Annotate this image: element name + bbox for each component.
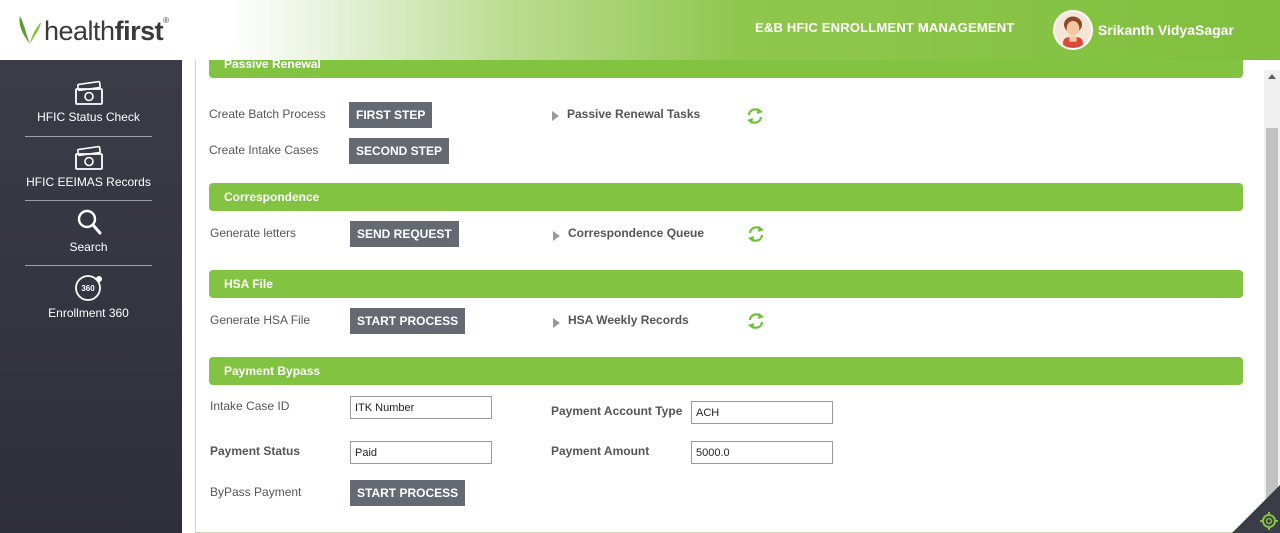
top-header: healthfirst® E&B HFIC ENROLLMENT MANAGEM… [0, 0, 1280, 60]
settings-corner[interactable] [1232, 485, 1280, 533]
section-header-hsa-file[interactable]: HSA File [209, 270, 1243, 298]
user-avatar[interactable] [1053, 10, 1093, 50]
enrollment-360-icon: 360 [74, 275, 102, 301]
sidebar-item-label: HFIC EEIMAS Records [26, 175, 151, 189]
payment-amount-input[interactable] [691, 441, 833, 464]
payment-account-type-input[interactable] [691, 401, 833, 424]
hsa-weekly-records-link[interactable]: HSA Weekly Records [568, 313, 689, 327]
enrollment-360-icon-text: 360 [81, 284, 95, 293]
section-header-passive-renewal[interactable]: Passive Renewal [209, 60, 1243, 78]
money-icon [74, 80, 103, 105]
sidebar-divider [25, 200, 152, 201]
search-icon [77, 209, 101, 235]
sidebar: HFIC Status Check HFIC EEIMAS Records Se… [0, 60, 182, 533]
main-content: Passive Renewal Create Batch Process FIR… [195, 60, 1265, 533]
payment-status-input[interactable] [350, 441, 492, 464]
generate-letters-label: Generate letters [210, 226, 297, 240]
section-header-payment-bypass[interactable]: Payment Bypass [209, 357, 1243, 385]
app-title: E&B HFIC ENROLLMENT MANAGEMENT [755, 20, 1015, 35]
section-header-correspondence[interactable]: Correspondence [209, 183, 1243, 211]
user-avatar-icon [1055, 12, 1091, 48]
sidebar-item-hfic-status-check[interactable]: HFIC Status Check [25, 80, 152, 124]
sidebar-divider [25, 136, 152, 137]
caret-right-icon [552, 111, 559, 121]
sidebar-item-label: Search [69, 240, 108, 254]
user-name[interactable]: Srikanth VidyaSagar [1098, 22, 1234, 38]
sidebar-item-label: HFIC Status Check [37, 110, 140, 124]
healthfirst-logo[interactable]: healthfirst® [16, 14, 169, 48]
leaf-logo-icon [19, 16, 41, 44]
caret-right-icon [553, 318, 560, 328]
correspondence-queue-link[interactable]: Correspondence Queue [568, 226, 704, 240]
refresh-icon[interactable] [746, 107, 764, 125]
payment-account-type-label: Payment Account Type [551, 404, 683, 418]
logo-text-first: first [114, 15, 164, 46]
second-step-button[interactable]: SECOND STEP [349, 138, 450, 164]
sidebar-item-search[interactable]: Search [25, 208, 152, 254]
scroll-up-arrow-icon[interactable] [1268, 74, 1276, 79]
refresh-icon[interactable] [747, 225, 765, 243]
intake-case-id-input[interactable] [350, 396, 492, 419]
passive-renewal-tasks-link[interactable]: Passive Renewal Tasks [567, 107, 700, 121]
first-step-button[interactable]: FIRST STEP [349, 102, 433, 128]
money-icon [74, 145, 103, 170]
vertical-scrollbar[interactable] [1264, 70, 1280, 533]
scrollbar-thumb[interactable] [1266, 128, 1278, 508]
sidebar-item-enrollment-360[interactable]: 360 Enrollment 360 [25, 274, 152, 320]
bypass-start-process-button[interactable]: START PROCESS [350, 480, 466, 506]
payment-status-label: Payment Status [210, 444, 301, 458]
sidebar-item-hfic-eeimas-records[interactable]: HFIC EEIMAS Records [25, 145, 152, 189]
refresh-icon[interactable] [747, 312, 765, 330]
create-batch-process-label: Create Batch Process [209, 107, 326, 121]
send-request-button[interactable]: SEND REQUEST [350, 221, 459, 247]
payment-amount-label: Payment Amount [551, 444, 650, 458]
logo-text-health: health [44, 15, 115, 46]
create-intake-cases-label: Create Intake Cases [209, 143, 319, 157]
sidebar-divider [25, 265, 152, 266]
hsa-start-process-button[interactable]: START PROCESS [350, 308, 466, 334]
sidebar-item-label: Enrollment 360 [48, 306, 129, 320]
generate-hsa-file-label: Generate HSA File [210, 313, 311, 327]
caret-right-icon [553, 231, 560, 241]
intake-case-id-label: Intake Case ID [210, 399, 290, 413]
bypass-payment-label: ByPass Payment [210, 485, 302, 499]
logo-trademark: ® [163, 15, 169, 25]
